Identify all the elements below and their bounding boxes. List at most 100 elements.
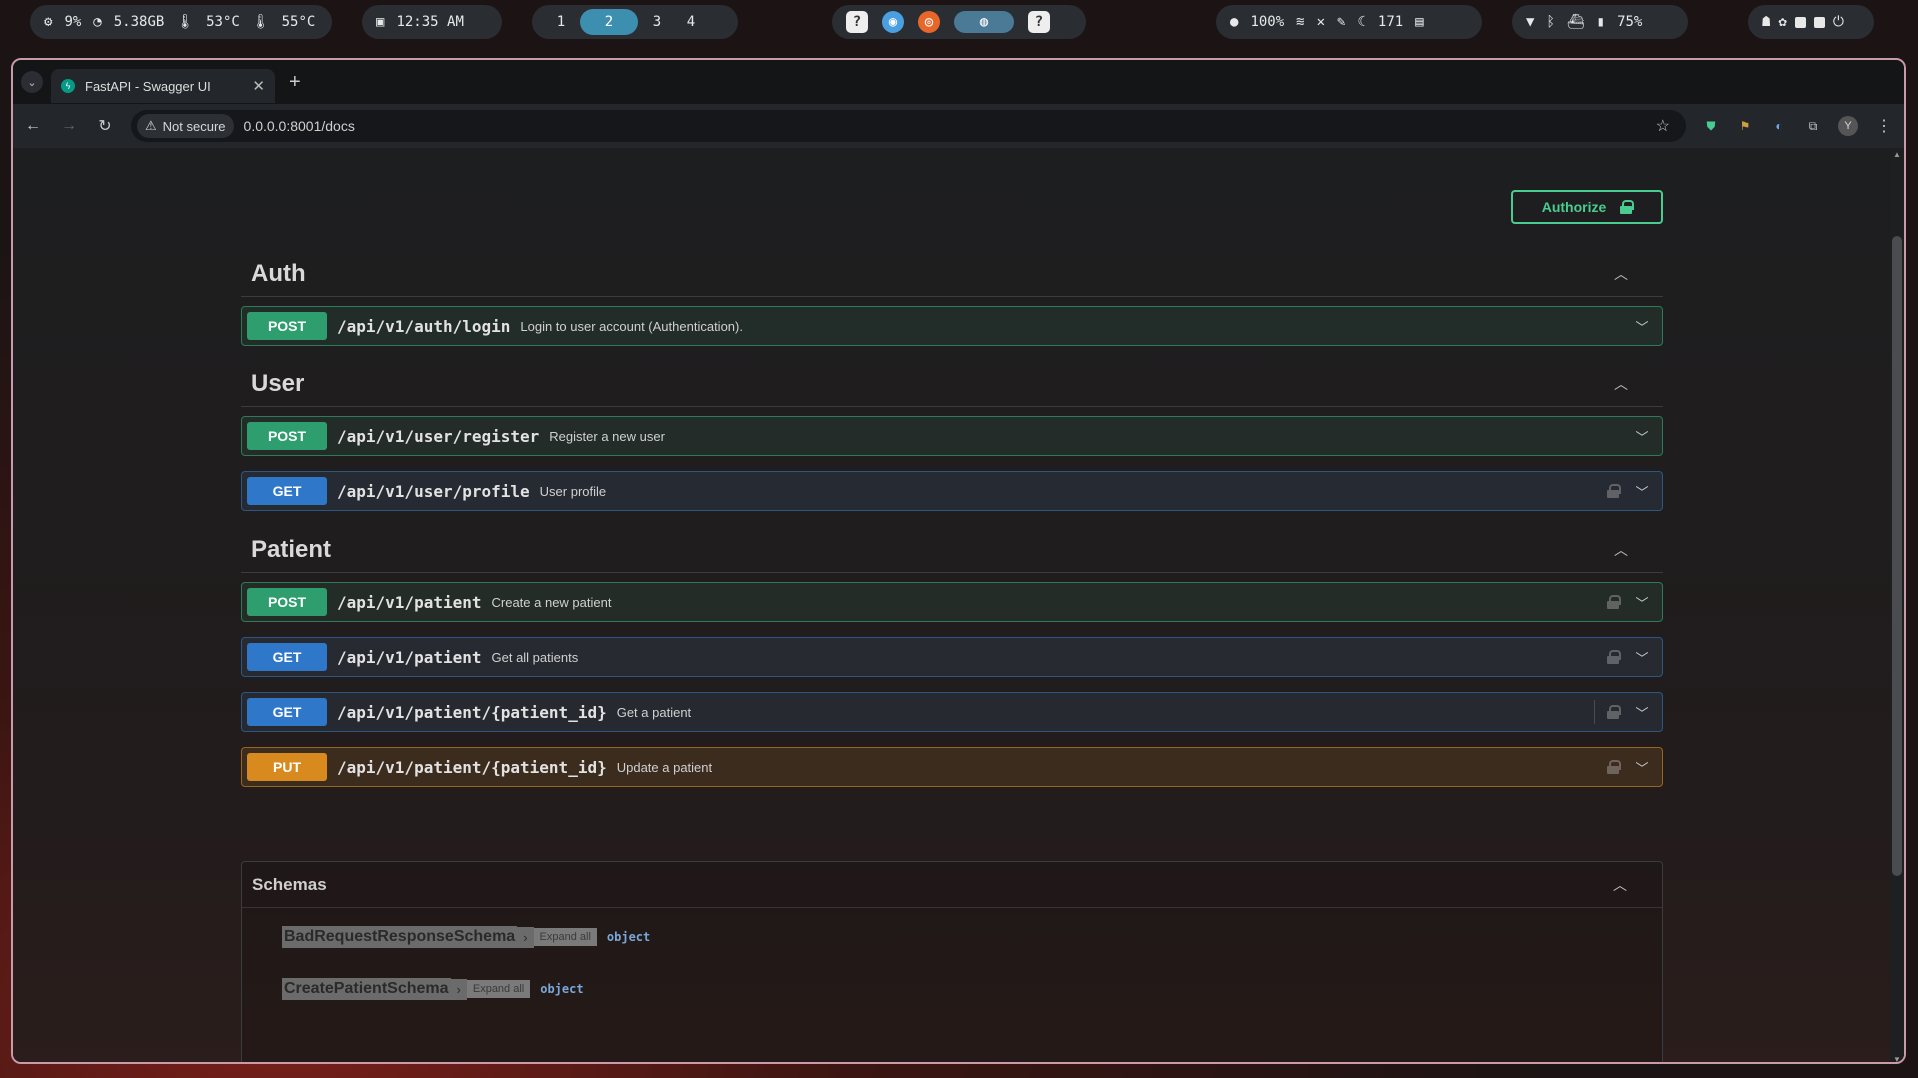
chevron-up-icon[interactable]: ︿ xyxy=(1609,540,1633,560)
chevron-down-icon[interactable]: ﹀ xyxy=(1633,703,1651,722)
chevron-down-icon[interactable]: ﹀ xyxy=(1633,317,1651,336)
shield-extension-icon[interactable]: ⛊ xyxy=(1702,117,1720,135)
address-bar[interactable]: ⚠ Not secure 0.0.0.0:8001/docs ☆ xyxy=(131,110,1686,142)
expand-all-button[interactable]: Expand all xyxy=(533,928,597,946)
schema-type: object xyxy=(540,982,584,996)
operation-get-patients[interactable]: GET /api/v1/patient Get all patients ﹀ xyxy=(241,637,1663,677)
lock-icon[interactable] xyxy=(1607,484,1621,498)
chevron-down-icon[interactable]: ﹀ xyxy=(1633,593,1651,612)
operation-summary: Create a new patient xyxy=(491,594,612,610)
operation-put-patient-by-id[interactable]: PUT /api/v1/patient/{patient_id} Update … xyxy=(241,747,1663,787)
browser-toolbar: ← → ↻ ⚠ Not secure 0.0.0.0:8001/docs ☆ ⛊… xyxy=(13,104,1904,148)
divider xyxy=(1594,700,1595,724)
docker-icon[interactable]: ◉ xyxy=(882,11,904,33)
operation-path: /api/v1/user/profile xyxy=(337,481,530,501)
operation-post-user-register[interactable]: POST /api/v1/user/register Register a ne… xyxy=(241,416,1663,456)
clock-time: 12:35 AM xyxy=(396,14,464,30)
tab-swagger[interactable]: ϟ FastAPI - Swagger UI ✕ xyxy=(51,69,275,103)
battery-level: 75% xyxy=(1617,14,1643,30)
schema-name[interactable]: CreatePatientSchema xyxy=(282,978,451,1000)
tag-title: Auth xyxy=(251,259,306,287)
clipboard-icon[interactable] xyxy=(1813,16,1825,28)
lock-icon[interactable] xyxy=(1607,760,1621,774)
mute-icon[interactable]: ✕ xyxy=(1317,14,1325,30)
chevron-up-icon[interactable]: ︿ xyxy=(1609,374,1633,394)
operation-get-user-profile[interactable]: GET /api/v1/user/profile User profile ﹀ xyxy=(241,471,1663,511)
expand-all-button[interactable]: Expand all xyxy=(466,980,531,998)
operation-get-patient-by-id[interactable]: GET /api/v1/patient/{patient_id} Get a p… xyxy=(241,692,1663,732)
ghost-icon[interactable]: ☗ xyxy=(1762,14,1770,30)
scrollbar-thumb[interactable] xyxy=(1892,236,1902,876)
record-icon: ● xyxy=(1230,14,1239,30)
moon-icon: ☾ xyxy=(1357,14,1366,30)
scroll-down-arrow-icon[interactable]: ▼ xyxy=(1892,1055,1902,1062)
docker-tray-icon[interactable]: ⛴ xyxy=(1567,14,1585,30)
desktop-top-bar: ⚙ 9% ◔ 5.38GB 🌡 53°C 🌡 55°C ▣ 12:35 AM 1 2 3 … xyxy=(0,0,1918,46)
method-badge: POST xyxy=(247,312,327,340)
profile-avatar[interactable]: Y xyxy=(1838,116,1858,136)
keyboard-icon[interactable]: ▤ xyxy=(1415,14,1423,30)
chevron-down-icon[interactable]: ﹀ xyxy=(1633,758,1651,777)
chevron-right-icon[interactable]: › xyxy=(517,926,534,948)
operation-path: /api/v1/auth/login xyxy=(337,316,511,336)
mic-off-icon[interactable]: ✎ xyxy=(1337,14,1345,30)
taskbar-apps: ? ◉ ◎ ◍ ? xyxy=(832,5,1086,39)
bluetooth-icon[interactable]: ᛒ xyxy=(1546,14,1554,30)
puzzle-extensions-icon[interactable]: ⧉ xyxy=(1804,117,1822,135)
new-tab-button[interactable]: + xyxy=(283,71,307,94)
forward-icon[interactable]: → xyxy=(59,117,79,135)
operation-summary: Login to user account (Authentication). xyxy=(520,318,743,334)
lock-icon[interactable] xyxy=(1607,650,1621,664)
close-tab-icon[interactable]: ✕ xyxy=(252,77,265,95)
power-icon[interactable]: ⏻ xyxy=(1833,14,1844,30)
schema-name[interactable]: BadRequestResponseSchema xyxy=(282,926,518,948)
thermometer-icon: 🌡 xyxy=(251,14,270,30)
operation-path: /api/v1/user/register xyxy=(337,426,540,446)
extension-badge-icon[interactable]: ⚑ xyxy=(1736,117,1754,135)
chevron-up-icon[interactable]: ︿ xyxy=(1608,875,1632,895)
compass-extension-icon[interactable]: ◐ xyxy=(1770,117,1788,135)
unlocked-lock-icon xyxy=(1620,200,1635,214)
schemas-header[interactable]: Schemas ︿ xyxy=(242,862,1662,908)
chevron-down-icon[interactable]: ﹀ xyxy=(1633,648,1651,667)
tag-user[interactable]: User ︿ xyxy=(241,361,1663,407)
workspace-1[interactable]: 1 xyxy=(546,9,576,35)
security-indicator[interactable]: ⚠ Not secure xyxy=(137,114,234,138)
reload-icon[interactable]: ↻ xyxy=(95,116,115,136)
back-icon[interactable]: ← xyxy=(23,117,43,135)
tag-auth[interactable]: Auth ︿ xyxy=(241,251,1663,297)
unknown-app-icon[interactable]: ? xyxy=(1028,11,1050,33)
operation-post-auth-login[interactable]: POST /api/v1/auth/login Login to user ac… xyxy=(241,306,1663,346)
menu-kebab-icon[interactable]: ⋮ xyxy=(1874,116,1894,136)
wifi-icon[interactable]: ≋ xyxy=(1296,14,1304,30)
lock-icon[interactable] xyxy=(1607,705,1621,719)
workspace-3[interactable]: 3 xyxy=(642,9,672,35)
bookmark-star-icon[interactable]: ☆ xyxy=(1656,116,1680,136)
tab-search-button[interactable]: ⌄ xyxy=(21,71,43,93)
operation-post-patient[interactable]: POST /api/v1/patient Create a new patien… xyxy=(241,582,1663,622)
lock-icon[interactable] xyxy=(1607,595,1621,609)
chevron-right-icon[interactable]: › xyxy=(450,978,467,1000)
workspace-4[interactable]: 4 xyxy=(676,9,706,35)
clock-widget[interactable]: ▣ 12:35 AM xyxy=(362,5,502,39)
firefox-icon[interactable]: ◎ xyxy=(918,11,940,33)
scrollbar[interactable]: ▲ ▼ xyxy=(1890,148,1904,1062)
schema-model[interactable]: CreatePatientSchema › Expand all object xyxy=(282,978,584,1000)
chevron-up-icon[interactable]: ︿ xyxy=(1609,264,1633,284)
cpu-temp: 53°C xyxy=(206,14,240,30)
palette-icon[interactable]: ✿ xyxy=(1778,14,1786,30)
workspace-2[interactable]: 2 xyxy=(580,9,638,35)
tag-patient[interactable]: Patient ︿ xyxy=(241,527,1663,573)
chevron-down-icon[interactable]: ﹀ xyxy=(1633,427,1651,446)
wifi-signal-icon[interactable]: ▼ xyxy=(1526,14,1534,30)
operation-path: /api/v1/patient/{patient_id} xyxy=(337,757,607,777)
chevron-down-icon[interactable]: ﹀ xyxy=(1633,482,1651,501)
unknown-app-icon[interactable]: ? xyxy=(846,11,868,33)
url-text[interactable]: 0.0.0.0:8001/docs xyxy=(244,118,1646,134)
authorize-button[interactable]: Authorize xyxy=(1511,190,1663,224)
chrome-icon[interactable]: ◍ xyxy=(954,11,1014,33)
screenshot-icon[interactable] xyxy=(1794,16,1806,28)
schema-model[interactable]: BadRequestResponseSchema › Expand all ob… xyxy=(282,926,650,948)
operation-summary: Get all patients xyxy=(491,649,579,665)
scroll-up-arrow-icon[interactable]: ▲ xyxy=(1892,150,1902,159)
